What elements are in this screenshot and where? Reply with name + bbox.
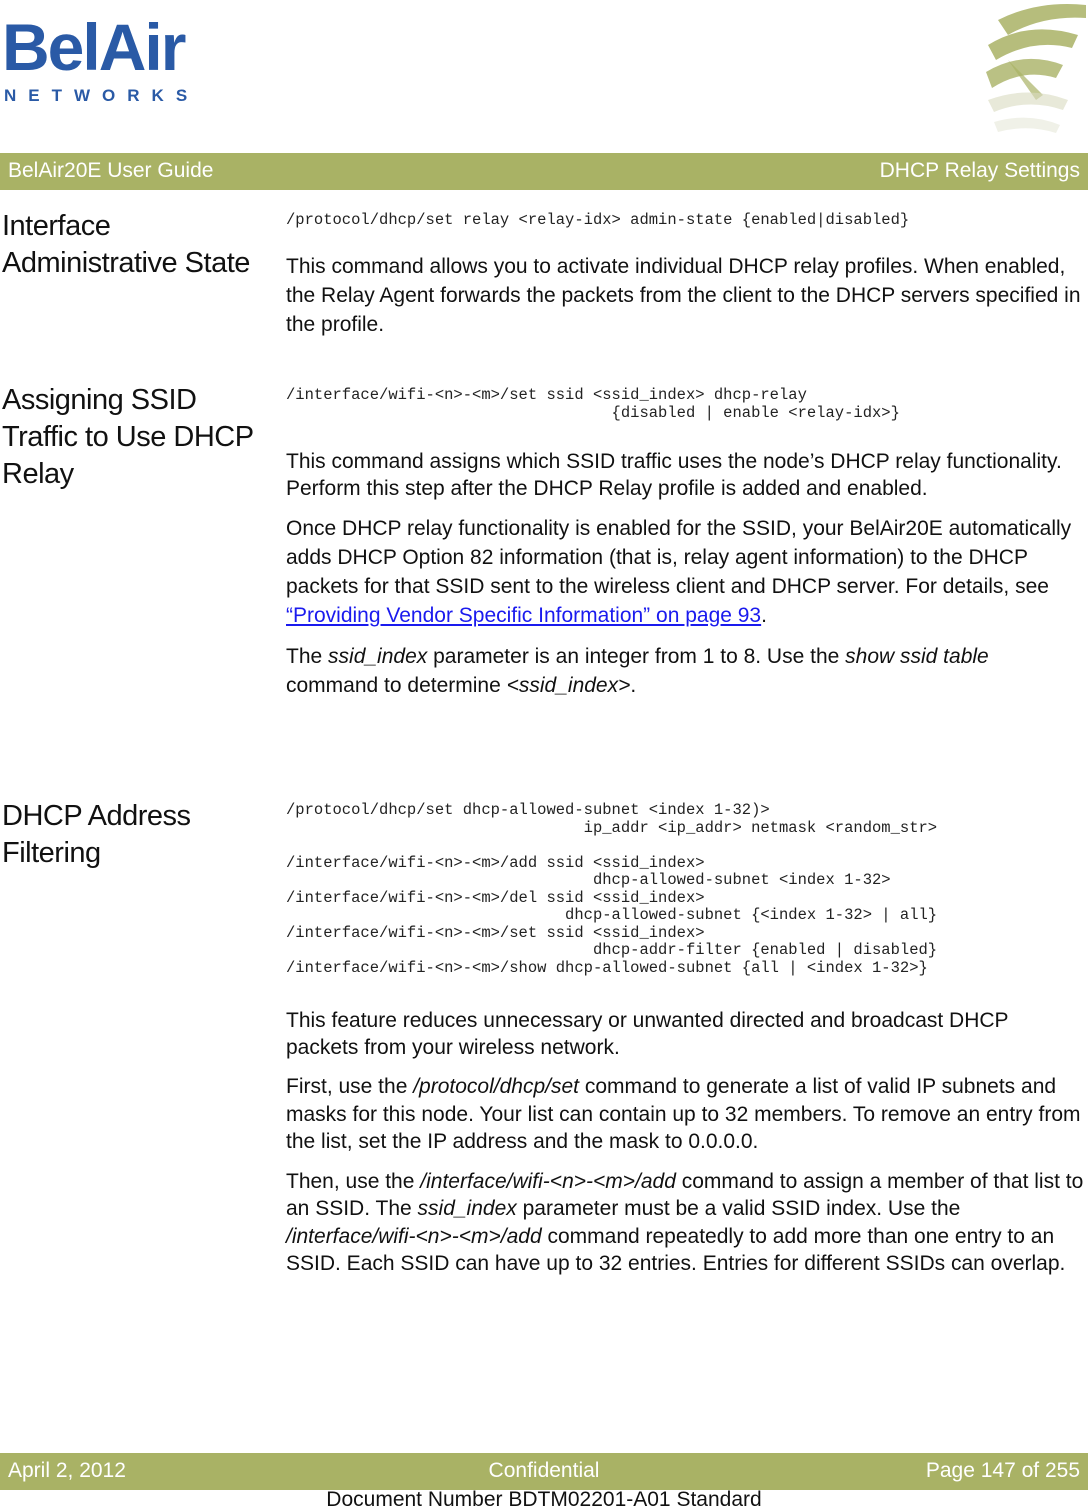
param-name: ssid_index — [328, 645, 428, 668]
command-name: /interface/wifi-<n>-<m>/add — [420, 1169, 676, 1193]
belair-networks-logo: BelAir NETWORKS — [0, 10, 200, 105]
paragraph-text: parameter must be a valid SSID index. Us… — [516, 1197, 961, 1220]
page-header-bar: BelAir20E User Guide DHCP Relay Settings — [0, 153, 1088, 190]
paragraph: Then, use the /interface/wifi-<n>-<m>/ad… — [286, 1168, 1086, 1278]
logo-subtitle-text: NETWORKS — [4, 86, 200, 105]
paragraph: This command assigns which SSID traffic … — [286, 450, 1062, 500]
section-body: /interface/wifi-<n>-<m>/set ssid <ssid_i… — [286, 386, 1086, 700]
paragraph-text: . — [761, 604, 767, 627]
param-name: ssid_index — [417, 1197, 517, 1220]
decorative-swoosh-icon — [986, 4, 1086, 133]
document-number: Document Number BDTM02201-A01 Standard — [326, 1488, 762, 1511]
paragraph-text: parameter is an integer from 1 to 8. Use… — [427, 645, 846, 668]
chapter-title: DHCP Relay Settings — [879, 159, 1080, 182]
paragraph: Once DHCP relay functionality is enabled… — [286, 514, 1086, 630]
paragraph-text: . — [630, 674, 637, 697]
paragraph-text: Once DHCP relay functionality is enabled… — [286, 517, 1072, 598]
guide-title: BelAir20E User Guide — [8, 159, 214, 182]
logo-brand-text: BelAir — [2, 10, 186, 84]
section-heading: Interface Administrative State — [2, 210, 250, 279]
paragraph-text: First, use the — [286, 1075, 414, 1098]
footer-page-number: Page 147 of 255 — [925, 1459, 1080, 1482]
section-heading: Assigning SSID Traffic to Use DHCP Relay — [2, 384, 254, 490]
paragraph-text: The — [286, 645, 329, 668]
section-body: /protocol/dhcp/set dhcp-allowed-subnet <… — [286, 801, 1086, 1278]
param-name: <ssid_index> — [506, 674, 631, 697]
page-footer-bar: April 2, 2012 Confidential Page 147 of 2… — [0, 1453, 1088, 1490]
cross-reference-link[interactable]: “Providing Vendor Specific Information” … — [286, 604, 761, 627]
paragraph-text: command to determine — [286, 674, 507, 697]
footer-classification: Confidential — [488, 1459, 600, 1482]
command-syntax: /protocol/dhcp/set relay <relay-idx> adm… — [286, 211, 910, 229]
section-body: /protocol/dhcp/set relay <relay-idx> adm… — [286, 211, 1086, 339]
paragraph: This command allows you to activate indi… — [286, 254, 1081, 336]
paragraph-text: Then, use the — [286, 1169, 421, 1193]
paragraph: First, use the /protocol/dhcp/set comman… — [286, 1073, 1086, 1156]
section-heading: DHCP Address Filtering — [2, 800, 191, 869]
command-syntax: /protocol/dhcp/set dhcp-allowed-subnet <… — [286, 801, 938, 977]
command-name: /interface/wifi-<n>-<m>/add — [286, 1224, 542, 1248]
command-syntax: /interface/wifi-<n>-<m>/set ssid <ssid_i… — [286, 386, 900, 422]
paragraph: The ssid_index parameter is an integer f… — [286, 642, 1086, 700]
command-name: /protocol/dhcp/set — [413, 1075, 579, 1098]
paragraph: This feature reduces unnecessary or unwa… — [286, 1009, 1009, 1059]
command-name: show ssid table — [845, 645, 989, 668]
